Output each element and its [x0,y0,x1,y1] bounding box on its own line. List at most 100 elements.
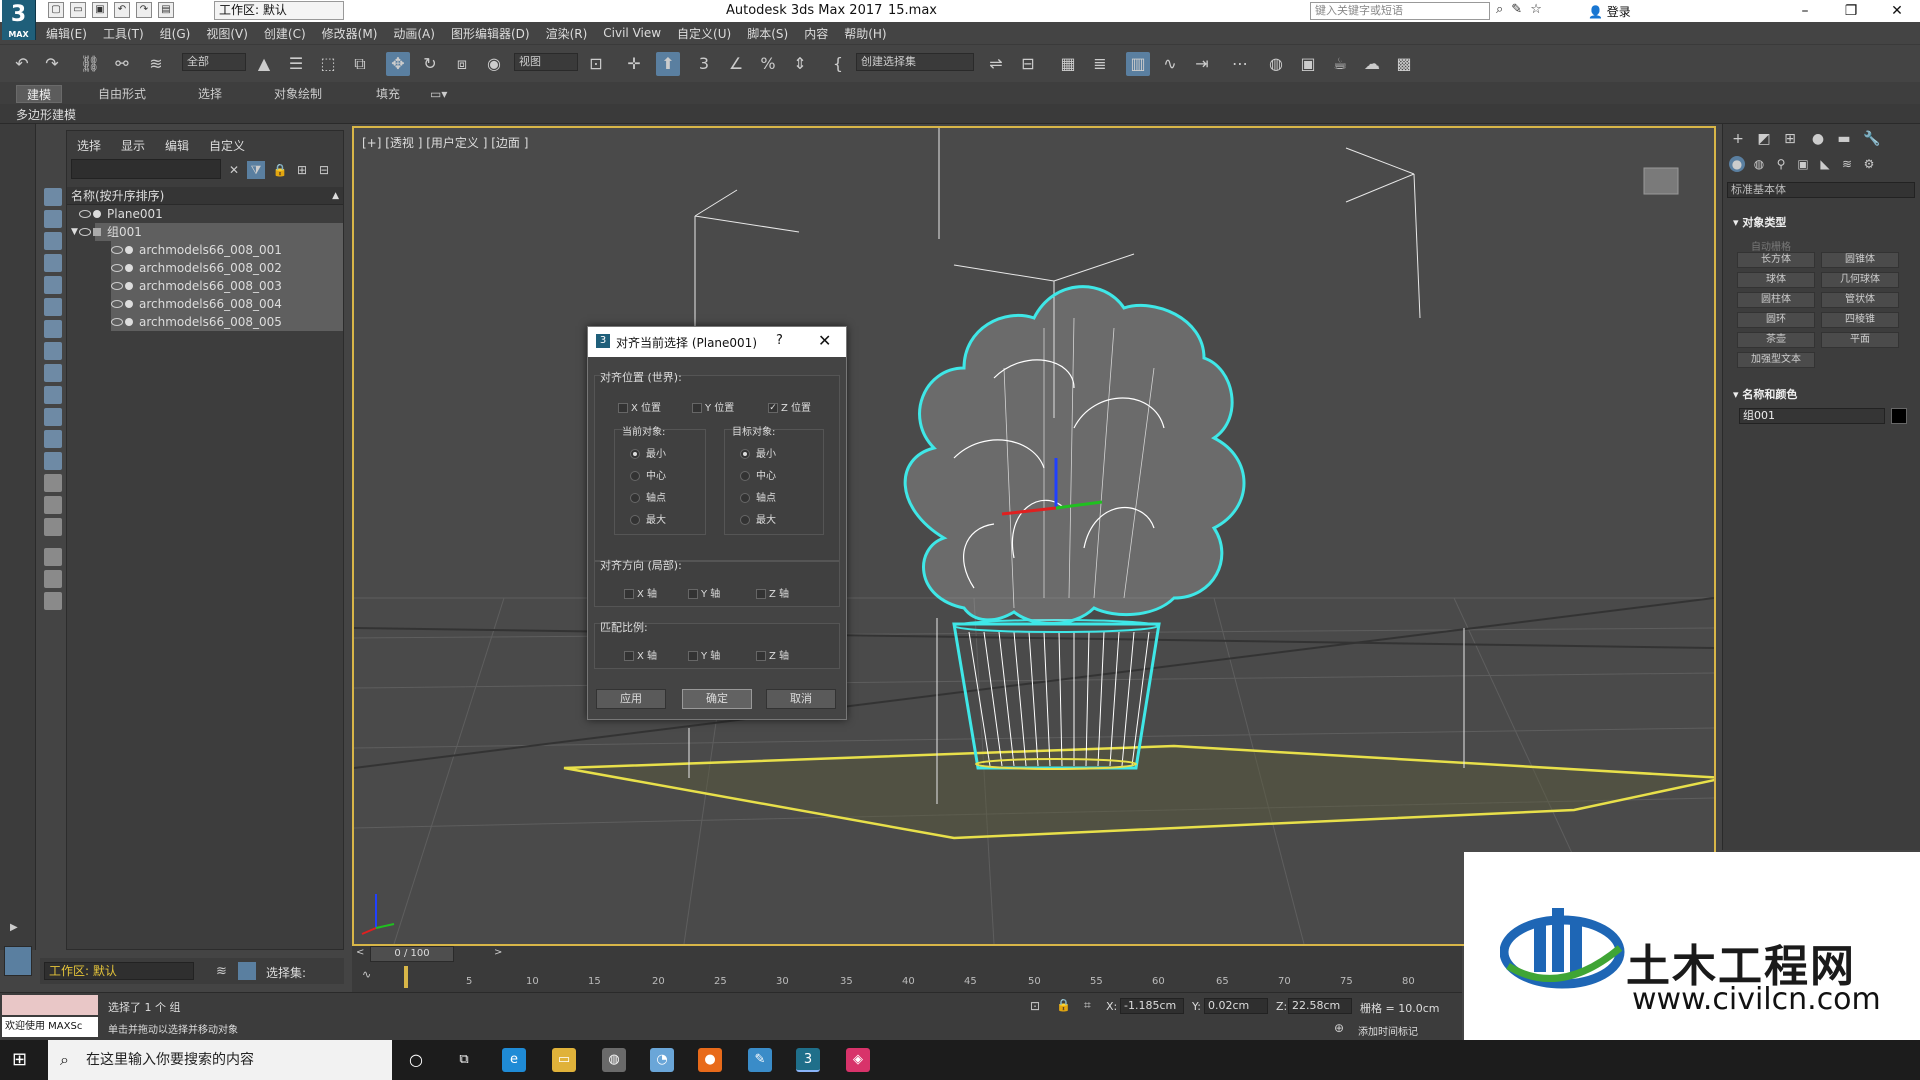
display-shapes-icon[interactable] [44,232,62,250]
undo-icon[interactable]: ↶ [10,52,34,76]
layer-icon[interactable]: ⊟ [315,161,333,179]
box-button[interactable]: 长方体 [1737,252,1815,268]
menu-modifiers[interactable]: 修改器(M) [314,25,386,42]
display-helpers-icon[interactable] [44,298,62,316]
display-none-icon[interactable] [44,496,62,514]
schematic-view-icon[interactable]: ⋯ [1228,52,1252,76]
ref-coord-dropdown[interactable]: 视图 [514,53,578,71]
unlink-icon[interactable]: ⚯ [110,52,134,76]
time-slider[interactable]: < 0 / 100 > [352,946,1462,962]
file-explorer-icon[interactable]: ▭ [552,1048,576,1072]
object-name-field[interactable]: 组001 [1739,408,1885,424]
cortana-icon[interactable]: ○ [404,1048,428,1072]
filter-icon[interactable]: ⧩ [247,161,265,179]
torus-button[interactable]: 圆环 [1737,312,1815,328]
visibility-eye-icon[interactable] [79,210,91,218]
helpers-icon[interactable]: ◣ [1817,156,1833,172]
motion-tab-icon[interactable]: ● [1809,130,1827,148]
selection-filter-dropdown[interactable]: 全部 [182,53,246,71]
viewcube-icon[interactable] [1643,167,1679,195]
utilities-tab-icon[interactable]: 🔧 [1863,130,1881,148]
tab-selection[interactable]: 选择 [198,85,222,103]
explorer-menu-select[interactable]: 选择 [77,137,101,154]
select-scale-icon[interactable]: ⧈ [450,52,474,76]
undo-icon[interactable]: ↶ [114,2,130,18]
redo-icon[interactable]: ↷ [136,2,152,18]
primitive-type-dropdown[interactable]: 标准基本体 [1727,182,1915,198]
geosphere-button[interactable]: 几何球体 [1821,272,1899,288]
maxscript-welcome[interactable]: 欢迎使用 MAXSc [2,1017,98,1037]
render-production-icon[interactable]: ☁ [1360,52,1384,76]
menu-group[interactable]: 组(G) [152,25,199,42]
menu-animation[interactable]: 动画(A) [385,25,443,42]
teapot-button[interactable]: 茶壶 [1737,332,1815,348]
orient-z-checkbox[interactable]: Z 轴 [756,585,789,600]
pyramid-button[interactable]: 四棱锥 [1821,312,1899,328]
maxscript-mini-listener[interactable] [2,995,98,1015]
tree-item-archmodels-003[interactable]: archmodels66_008_003 [111,277,343,295]
explorer-menu-customize[interactable]: 自定义 [209,137,245,154]
display-bones-icon[interactable] [44,386,62,404]
prev-frame-icon[interactable]: < [356,947,364,958]
spinner-snap-icon[interactable]: ⇕ [788,52,812,76]
open-file-icon[interactable]: ▭ [70,2,86,18]
isolate-selection-icon[interactable]: ⊡ [1030,999,1040,1013]
menu-help[interactable]: 帮助(H) [836,25,894,42]
menu-tools[interactable]: 工具(T) [95,25,152,42]
new-file-icon[interactable]: ▢ [48,2,64,18]
menu-create[interactable]: 创建(C) [256,25,314,42]
systems-icon[interactable]: ⚙ [1861,156,1877,172]
align-icon[interactable]: ⊟ [1016,52,1040,76]
track-bar[interactable]: ∿ 5 10 15 20 25 30 35 40 45 50 55 60 65 … [352,962,1462,992]
current-pivot-radio[interactable]: 轴点 [630,489,666,504]
collapse-arrow-icon[interactable]: ▼ [71,223,78,241]
current-center-radio[interactable]: 中心 [630,467,666,482]
dialog-close-icon[interactable]: ✕ [818,331,831,350]
x-position-checkbox[interactable]: X 位置 [618,399,661,414]
target-pivot-radio[interactable]: 轴点 [740,489,776,504]
visibility-eye-icon[interactable] [111,264,123,272]
orient-x-checkbox[interactable]: X 轴 [624,585,657,600]
visibility-eye-icon[interactable] [111,282,123,290]
bind-space-warp-icon[interactable]: ≋ [144,52,168,76]
apply-button[interactable]: 应用 [596,689,666,709]
link-icon[interactable]: ⛓ [78,52,102,76]
geometry-icon[interactable]: ● [1729,156,1745,172]
search-input[interactable]: 键入关键字或短语 [1310,2,1490,20]
mirror-icon[interactable]: ⇌ [984,52,1008,76]
scale-z-checkbox[interactable]: Z 轴 [756,647,789,662]
tab-populate[interactable]: 填充 [376,85,400,103]
visibility-eye-icon[interactable] [111,300,123,308]
render-frame-icon[interactable]: ☕ [1328,52,1352,76]
expand-icon[interactable]: ▶ [10,922,18,933]
layers-icon[interactable]: ≋ [216,964,227,979]
target-min-radio[interactable]: 最小 [740,445,776,460]
menu-civil-view[interactable]: Civil View [595,26,669,40]
render-setup-icon[interactable]: ▣ [1296,52,1320,76]
current-max-radio[interactable]: 最大 [630,511,666,526]
display-xrefs-icon[interactable] [44,364,62,382]
menu-rendering[interactable]: 渲染(R) [538,25,596,42]
dialog-titlebar[interactable]: 3 对齐当前选择 (Plane001) ? ✕ [588,327,846,357]
x-coord-field[interactable]: -1.185cm [1120,998,1184,1014]
notepad-icon[interactable]: ✎ [748,1048,772,1072]
orient-y-checkbox[interactable]: Y 轴 [688,585,720,600]
plane001-object[interactable] [563,744,1714,840]
autogrid-checkbox[interactable]: 自动栅格 [1751,238,1791,253]
select-rotate-icon[interactable]: ↻ [418,52,442,76]
z-coord-field[interactable]: 22.58cm [1288,998,1352,1014]
binoculars-icon[interactable]: ⌕ [1496,2,1503,17]
app-icon-2[interactable]: ◔ [650,1048,674,1072]
cone-button[interactable]: 圆锥体 [1821,252,1899,268]
display-cameras-icon[interactable] [44,276,62,294]
render-dot-icon[interactable] [125,282,133,290]
time-tag-icon[interactable]: ⊕ [1334,1021,1344,1035]
dope-sheet-icon[interactable]: ⇥ [1190,52,1214,76]
text-plus-button[interactable]: 加强型文本 [1737,352,1815,368]
max-logo[interactable]: 3 MAX [2,0,36,40]
explorer-menu-edit[interactable]: 编辑 [165,137,189,154]
display-frozen-icon[interactable] [44,430,62,448]
communication-icon[interactable]: ✎ [1511,2,1522,17]
place-icon[interactable]: ◉ [482,52,506,76]
render-dot-icon[interactable] [93,210,101,218]
